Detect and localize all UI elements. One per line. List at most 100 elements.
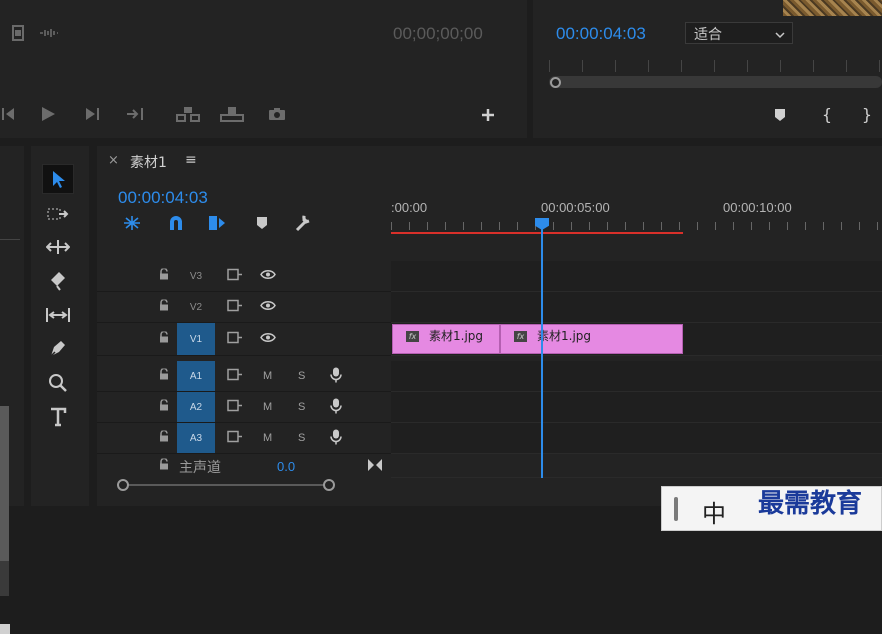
solo-button[interactable]: S bbox=[298, 370, 305, 382]
timeline-tab-name[interactable]: 素材1 bbox=[130, 152, 167, 172]
source-timecode[interactable]: 00;00;00;00 bbox=[393, 24, 483, 44]
track-area-v3[interactable] bbox=[391, 261, 882, 292]
playhead-handle[interactable] bbox=[550, 77, 561, 88]
nest-sequence-icon[interactable] bbox=[121, 214, 143, 232]
project-panel-edge bbox=[0, 146, 24, 634]
track-name-v1[interactable]: V1 bbox=[177, 323, 215, 355]
overwrite-icon[interactable] bbox=[218, 104, 246, 124]
ruler-label-0: :00:00 bbox=[391, 200, 428, 215]
track-select-forward-tool[interactable] bbox=[42, 199, 74, 229]
slip-tool[interactable] bbox=[42, 300, 74, 330]
fit-dropdown[interactable]: 适合 bbox=[685, 22, 793, 44]
microphone-icon[interactable] bbox=[330, 429, 342, 448]
track-area-master[interactable] bbox=[391, 454, 882, 478]
add-button-icon[interactable] bbox=[478, 105, 498, 125]
zoom-handle-right[interactable] bbox=[323, 479, 335, 491]
ruler-label-1: 00:00:05:00 bbox=[541, 200, 610, 215]
solo-button[interactable]: S bbox=[298, 401, 305, 413]
work-area-bar[interactable] bbox=[391, 232, 683, 234]
toggle-sync-icon[interactable] bbox=[227, 399, 243, 415]
mute-button[interactable]: M bbox=[263, 370, 272, 382]
mark-in-icon[interactable]: { bbox=[820, 104, 834, 124]
track-header-v2: V2 bbox=[97, 292, 391, 323]
go-to-out-icon[interactable] bbox=[124, 104, 148, 124]
program-ruler[interactable] bbox=[549, 60, 882, 72]
film-icon[interactable] bbox=[10, 24, 26, 42]
linked-selection-icon[interactable] bbox=[206, 214, 228, 232]
lock-icon[interactable] bbox=[159, 367, 169, 384]
toggle-sync-icon[interactable] bbox=[227, 331, 243, 347]
eye-icon[interactable] bbox=[260, 269, 276, 284]
timeline-tab-close[interactable]: × bbox=[108, 153, 119, 168]
timeline-timecode[interactable]: 00:00:04:03 bbox=[118, 188, 208, 208]
microphone-icon[interactable] bbox=[330, 367, 342, 386]
ripple-edit-tool[interactable] bbox=[42, 232, 74, 262]
lock-icon[interactable] bbox=[159, 330, 169, 347]
slip-icon bbox=[46, 308, 70, 322]
track-area-a1[interactable] bbox=[391, 361, 882, 392]
toggle-sync-icon[interactable] bbox=[227, 368, 243, 384]
go-to-edit-icon[interactable] bbox=[367, 457, 383, 476]
ruler-ticks bbox=[391, 222, 882, 230]
source-monitor-panel: 00;00;00;00 bbox=[0, 0, 527, 138]
track-name-v2[interactable]: V2 bbox=[177, 292, 215, 322]
lock-icon[interactable] bbox=[159, 267, 169, 284]
lock-icon[interactable] bbox=[159, 398, 169, 415]
add-marker-icon[interactable] bbox=[253, 214, 271, 232]
solo-button[interactable]: S bbox=[298, 432, 305, 444]
toggle-sync-icon[interactable] bbox=[227, 299, 243, 315]
video-clip-2[interactable]: fx 素材1.jpg bbox=[500, 324, 683, 354]
selection-tool[interactable] bbox=[42, 164, 74, 194]
camera-icon[interactable] bbox=[265, 104, 289, 124]
track-area-a2[interactable] bbox=[391, 392, 882, 423]
scrollbar-thumb[interactable] bbox=[0, 406, 9, 561]
video-clip-1[interactable]: fx 素材1.jpg bbox=[392, 324, 500, 354]
snap-magnet-icon[interactable] bbox=[165, 214, 187, 232]
playhead-line[interactable] bbox=[541, 228, 543, 478]
track-name-a2[interactable]: A2 bbox=[177, 392, 215, 422]
track-name-a3[interactable]: A3 bbox=[177, 423, 215, 453]
lock-icon[interactable] bbox=[159, 429, 169, 446]
clip-name: 素材1.jpg bbox=[429, 329, 484, 343]
toggle-sync-icon[interactable] bbox=[227, 430, 243, 446]
program-timecode[interactable]: 00:00:04:03 bbox=[556, 24, 646, 44]
step-back-icon[interactable] bbox=[0, 104, 16, 124]
program-scrollbar[interactable] bbox=[549, 76, 882, 88]
step-forward-icon[interactable] bbox=[82, 104, 104, 124]
type-tool[interactable] bbox=[42, 402, 74, 432]
track-area-a3[interactable] bbox=[391, 423, 882, 454]
zoom-handle-left[interactable] bbox=[117, 479, 129, 491]
lock-icon[interactable] bbox=[159, 298, 169, 315]
timeline-tab-menu[interactable]: ≡ bbox=[185, 152, 197, 168]
wrench-icon[interactable] bbox=[292, 213, 314, 233]
track-area-v2[interactable] bbox=[391, 292, 882, 323]
fx-badge: fx bbox=[406, 331, 419, 342]
track-header-a2: A2 M S bbox=[97, 392, 391, 423]
ime-grip[interactable] bbox=[674, 497, 678, 521]
mute-button[interactable]: M bbox=[263, 432, 272, 444]
zoom-tool[interactable] bbox=[42, 368, 74, 398]
clip-name: 素材1.jpg bbox=[537, 329, 592, 343]
ime-toolbar[interactable]: 中 最需教育 bbox=[661, 486, 882, 531]
time-ruler[interactable]: :00:00 00:00:05:00 00:00:10:00 bbox=[391, 195, 882, 235]
pen-tool[interactable] bbox=[42, 334, 74, 364]
ime-language[interactable]: 中 bbox=[702, 494, 726, 529]
mute-button[interactable]: M bbox=[263, 401, 272, 413]
lock-icon[interactable] bbox=[159, 457, 169, 474]
track-name-v3[interactable]: V3 bbox=[177, 261, 215, 291]
mark-out-icon[interactable]: } bbox=[860, 104, 874, 124]
track-name-a1[interactable]: A1 bbox=[177, 361, 215, 391]
timeline-zoom-bar[interactable] bbox=[117, 479, 335, 491]
marker-icon[interactable] bbox=[772, 106, 788, 124]
eye-icon[interactable] bbox=[260, 300, 276, 315]
insert-icon[interactable] bbox=[174, 104, 202, 124]
audio-waveform-icon[interactable] bbox=[38, 24, 60, 42]
zoom-slider-end[interactable] bbox=[0, 624, 10, 634]
microphone-icon[interactable] bbox=[330, 398, 342, 417]
razor-tool[interactable] bbox=[42, 266, 74, 296]
play-icon[interactable] bbox=[37, 104, 59, 124]
panel-divider bbox=[0, 239, 20, 240]
eye-icon[interactable] bbox=[260, 332, 276, 347]
toggle-sync-icon[interactable] bbox=[227, 268, 243, 284]
master-volume[interactable]: 0.0 bbox=[277, 459, 295, 474]
